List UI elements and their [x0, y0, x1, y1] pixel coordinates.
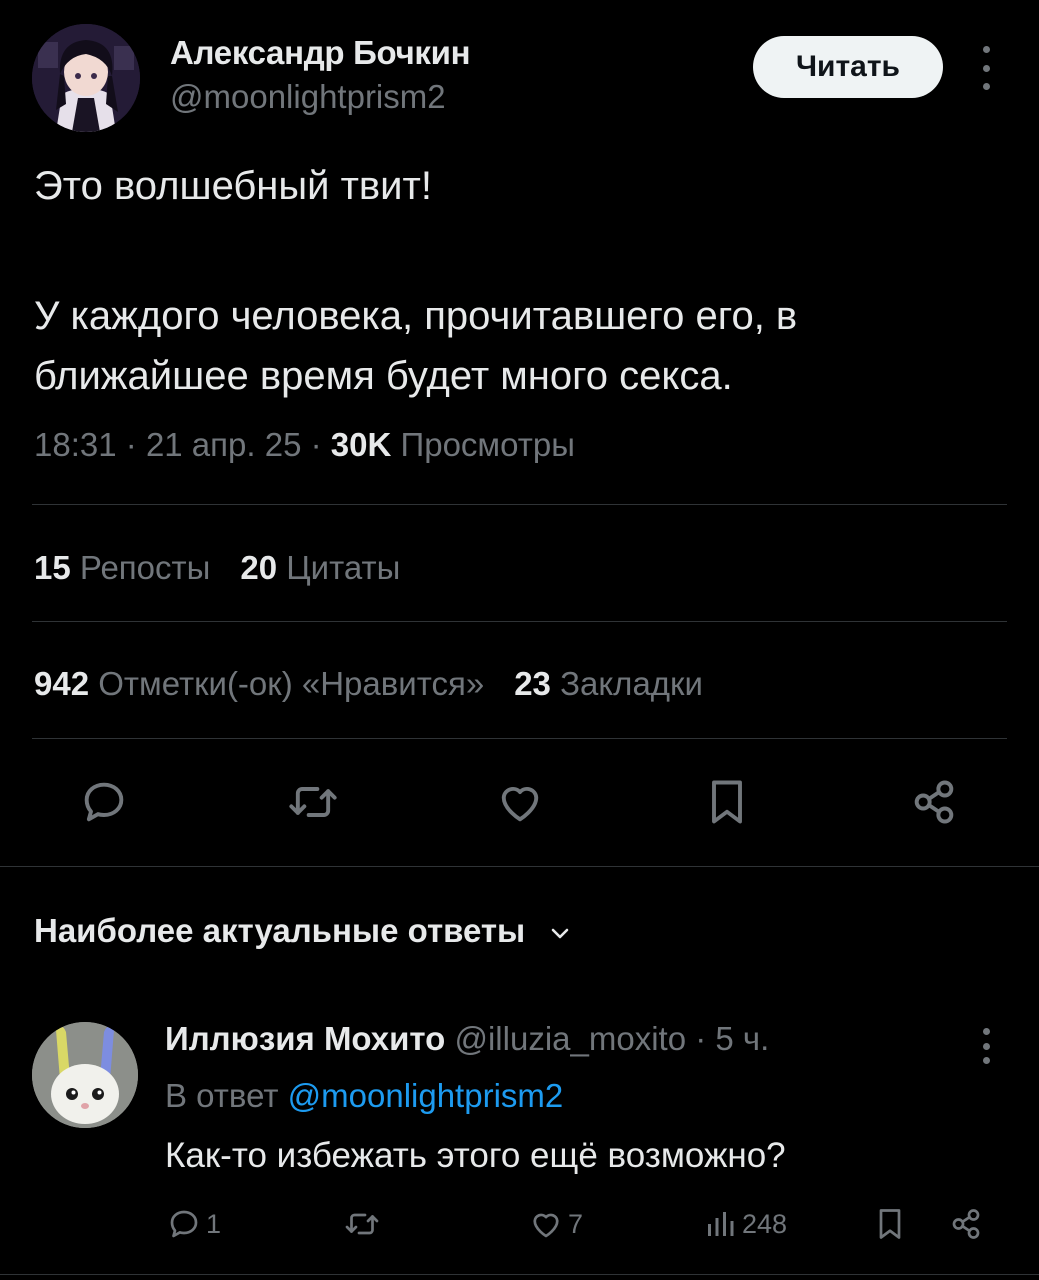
- bookmarks-stat[interactable]: 23 Закладки: [514, 665, 703, 702]
- likes-count: 942: [34, 665, 90, 702]
- reposts-count: 15: [34, 549, 71, 586]
- bookmarks-count: 23: [514, 665, 551, 702]
- reposts-label: Репосты: [79, 549, 211, 586]
- quotes-count: 20: [240, 549, 278, 586]
- in-reply-prefix: В ответ: [165, 1077, 279, 1114]
- reply-reply-button[interactable]: 1: [166, 1200, 221, 1248]
- likes-label: Отметки(-ок) «Нравится»: [98, 665, 485, 702]
- divider: [32, 621, 1007, 622]
- reposts-stat[interactable]: 15 Репосты: [34, 549, 210, 586]
- reply-text: Как-то избежать этого ещё возможно?: [165, 1136, 786, 1175]
- avatar-illustration: [32, 24, 140, 132]
- author-name[interactable]: Александр Бочкин: [170, 34, 471, 72]
- reply-repost-button[interactable]: [344, 1200, 384, 1248]
- reply-author-handle[interactable]: @illuzia_moxito: [454, 1020, 686, 1057]
- reply-icon[interactable]: [74, 772, 134, 832]
- reply-share-button[interactable]: [948, 1200, 988, 1248]
- reply-context: В ответ @moonlightprism2: [165, 1077, 563, 1115]
- repost-icon: [345, 1213, 379, 1235]
- reply-more-options-icon[interactable]: [974, 1028, 998, 1064]
- views-count[interactable]: 30K: [331, 426, 392, 463]
- like-icon: [533, 1213, 559, 1238]
- reply-icon: [170, 1210, 198, 1238]
- divider: [32, 738, 1007, 739]
- quotes-label: Цитаты: [286, 549, 401, 586]
- in-reply-handle-link[interactable]: @moonlightprism2: [288, 1077, 564, 1114]
- reply-bookmark-button[interactable]: [872, 1200, 912, 1248]
- reply-like-button[interactable]: 7: [528, 1200, 583, 1248]
- repost-icon[interactable]: [283, 772, 343, 832]
- author-handle[interactable]: @moonlightprism2: [170, 78, 446, 116]
- share-icon[interactable]: [904, 772, 964, 832]
- more-options-icon[interactable]: [974, 46, 998, 90]
- analytics-icon: [708, 1212, 734, 1236]
- divider: [32, 504, 1007, 505]
- reply-author-avatar[interactable]: [32, 1022, 138, 1128]
- reply-views-button[interactable]: 248: [702, 1200, 787, 1248]
- replies-section-title: Наиболее актуальные ответы: [34, 912, 526, 949]
- tweet-time[interactable]: 18:31: [34, 426, 117, 463]
- tweet-text-line: У каждого человека, прочитавшего его, в: [34, 294, 798, 338]
- stats-row: 942 Отметки(-ок) «Нравится» 23 Закладки: [34, 665, 703, 703]
- reply-age[interactable]: 5 ч.: [715, 1020, 769, 1057]
- views-label[interactable]: Просмотры: [401, 426, 575, 463]
- bookmarks-label: Закладки: [560, 665, 703, 702]
- section-divider: [0, 1274, 1039, 1275]
- bookmark-icon: [879, 1209, 901, 1239]
- avatar-illustration: [32, 1022, 138, 1128]
- share-icon: [952, 1209, 980, 1239]
- reply-like-count: 7: [568, 1208, 584, 1239]
- follow-button[interactable]: Читать: [753, 36, 943, 98]
- tweet-text-line: Это волшебный твит!: [34, 164, 432, 208]
- section-divider: [0, 866, 1039, 867]
- meta-separator: ·: [310, 426, 322, 463]
- meta-separator: ·: [125, 426, 137, 463]
- bookmark-icon[interactable]: [697, 772, 757, 832]
- chevron-down-icon: [552, 928, 569, 939]
- tweet-date[interactable]: 21 апр. 25: [146, 426, 302, 463]
- reply-header: Иллюзия Мохито @illuzia_moxito · 5 ч.: [165, 1020, 769, 1058]
- reply-author-name[interactable]: Иллюзия Мохито: [165, 1020, 445, 1057]
- tweet-text-line: ближайшее время будет много секса.: [34, 354, 733, 398]
- like-icon[interactable]: [490, 772, 550, 832]
- stats-row: 15 Репосты 20 Цитаты: [34, 549, 400, 587]
- tweet-meta: 18:31 · 21 апр. 25 · 30K Просмотры: [34, 426, 575, 464]
- reply-view-count: 248: [742, 1208, 788, 1239]
- meta-separator: ·: [695, 1020, 707, 1057]
- likes-stat[interactable]: 942 Отметки(-ок) «Нравится»: [34, 665, 484, 702]
- quotes-stat[interactable]: 20 Цитаты: [240, 549, 400, 586]
- reply-count: 1: [206, 1208, 222, 1239]
- relevant-replies-toggle[interactable]: Наиболее актуальные ответы: [34, 912, 572, 950]
- author-avatar[interactable]: [32, 24, 140, 132]
